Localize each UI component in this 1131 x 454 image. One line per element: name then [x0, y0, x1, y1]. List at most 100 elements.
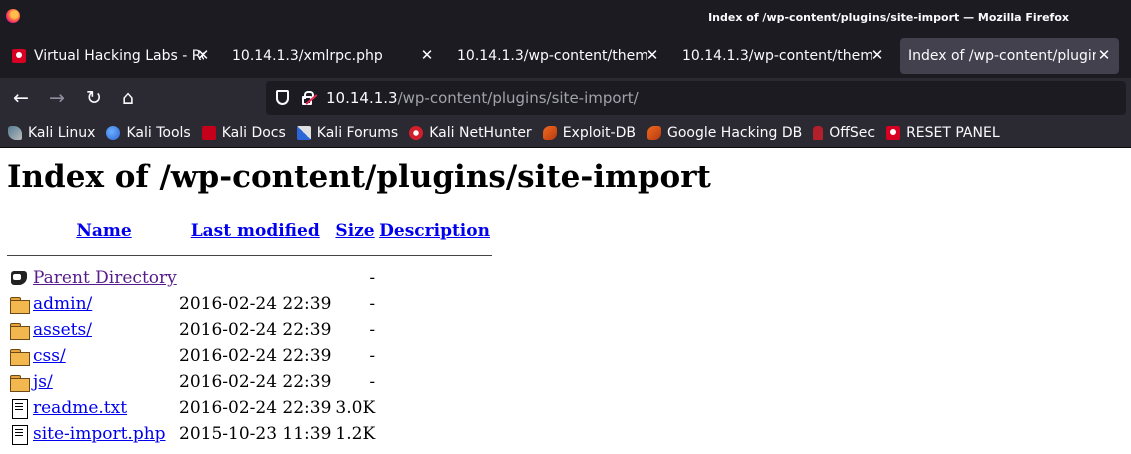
icon-cell — [7, 317, 31, 343]
sort-by-description-link[interactable]: Description — [379, 221, 490, 241]
nethunter-icon — [409, 125, 424, 140]
name-cell: readme.txt — [31, 395, 177, 421]
tab-xmlrpc[interactable]: 10.14.1.3/xmlrpc.php ✕ — [224, 38, 442, 74]
url-text[interactable]: 10.14.1.3/wp-content/plugins/site-import… — [326, 89, 639, 107]
table-row: site-import.php 2015-10-23 11:39 1.2K — [7, 421, 492, 447]
window-titlebar: Index of /wp-content/plugins/site-import… — [0, 0, 1131, 34]
file-link[interactable]: assets/ — [33, 320, 92, 340]
home-icon[interactable]: ⌂ — [116, 86, 140, 110]
ghdb-icon — [646, 125, 661, 140]
kali-dragon-icon — [8, 125, 22, 140]
bookmark-label: Google Hacking DB — [666, 124, 803, 141]
close-icon[interactable]: ✕ — [194, 46, 212, 64]
tab-label: Index of /wp-content/plugins — [908, 48, 1096, 64]
bookmark-kali-forums[interactable]: Kali Forums — [296, 124, 399, 141]
icon-cell — [7, 421, 31, 447]
tracking-protection-shield-icon[interactable] — [276, 90, 289, 105]
close-icon[interactable]: ✕ — [868, 46, 886, 64]
bookmark-reset-panel[interactable]: RESET PANEL — [886, 125, 1000, 141]
size-cell: 3.0K — [335, 398, 376, 418]
tab-strip: Virtual Hacking Labs - Res ✕ 10.14.1.3/x… — [0, 34, 1131, 78]
close-icon[interactable]: ✕ — [1095, 46, 1113, 64]
size-cell: - — [369, 346, 376, 366]
navigation-toolbar: ← → ↻ ⌂ 10.14.1.3/wp-content/plugins/sit… — [0, 78, 1131, 118]
bookmark-label: Kali NetHunter — [429, 124, 532, 141]
parent-directory-link[interactable]: Parent Directory — [33, 268, 177, 288]
table-row: css/ 2016-02-24 22:39 - — [7, 343, 492, 369]
size-cell: - — [369, 372, 376, 392]
tab-theme-2[interactable]: 10.14.1.3/wp-content/theme ✕ — [674, 38, 892, 74]
name-cell: css/ — [31, 343, 177, 369]
modified-cell: 2016-02-24 22:39 — [179, 372, 332, 392]
firefox-logo-icon — [6, 9, 20, 23]
modified-cell: 2016-02-24 22:39 — [179, 398, 332, 418]
insecure-lock-icon[interactable] — [302, 91, 314, 105]
page-content: Index of /wp-content/plugins/site-import… — [0, 149, 1131, 454]
kali-forums-icon — [296, 125, 311, 140]
name-cell: assets/ — [31, 317, 177, 343]
table-row: admin/ 2016-02-24 22:39 - — [7, 291, 492, 317]
reset-panel-icon — [886, 125, 901, 140]
size-cell: 1.2K — [335, 424, 376, 444]
back-arrow-icon[interactable]: ← — [9, 86, 33, 110]
column-header-modified: Last modified — [177, 217, 333, 245]
file-link[interactable]: readme.txt — [33, 398, 127, 418]
icon-column-header — [7, 217, 31, 245]
bookmark-label: OffSec — [829, 124, 876, 141]
table-row: js/ 2016-02-24 22:39 - — [7, 369, 492, 395]
description-cell — [377, 291, 492, 317]
file-link[interactable]: css/ — [33, 346, 66, 366]
bookmark-kali-linux[interactable]: Kali Linux — [8, 125, 95, 141]
bookmark-kali-nethunter[interactable]: Kali NetHunter — [409, 124, 532, 141]
bookmark-kali-tools[interactable]: Kali Tools — [106, 125, 191, 141]
column-header-description: Description — [377, 217, 492, 245]
icon-cell — [7, 395, 31, 421]
bookmark-label: Kali Docs — [221, 124, 286, 141]
tab-index-active[interactable]: Index of /wp-content/plugins ✕ — [900, 38, 1119, 74]
tab-vhl[interactable]: Virtual Hacking Labs - Res ✕ — [4, 38, 218, 74]
bookmark-label: Kali Forums — [316, 124, 399, 141]
name-cell: Parent Directory — [31, 265, 333, 291]
bookmark-exploit-db[interactable]: Exploit-DB — [542, 125, 636, 141]
offsec-icon — [813, 125, 824, 140]
size-cell: - — [369, 268, 376, 288]
forward-arrow-icon[interactable]: → — [45, 86, 69, 110]
tab-theme-1[interactable]: 10.14.1.3/wp-content/theme ✕ — [449, 38, 667, 74]
url-bar[interactable]: 10.14.1.3/wp-content/plugins/site-import… — [266, 81, 1126, 115]
url-host: 10.14.1.3 — [326, 89, 398, 107]
icon-cell — [7, 265, 31, 291]
bookmark-label: Kali Linux — [28, 124, 96, 141]
url-path: /wp-content/plugins/site-import/ — [397, 89, 639, 107]
close-icon[interactable]: ✕ — [643, 46, 661, 64]
description-cell — [377, 395, 492, 421]
file-link[interactable]: js/ — [33, 372, 53, 392]
page-title: Index of /wp-content/plugins/site-import — [7, 159, 711, 195]
description-cell — [377, 317, 492, 343]
size-cell: - — [369, 294, 376, 314]
text-file-icon — [9, 398, 29, 420]
folder-icon — [9, 320, 30, 341]
description-cell — [377, 343, 492, 369]
description-cell — [377, 265, 492, 291]
modified-cell: 2016-02-24 22:39 — [179, 294, 332, 314]
file-link[interactable]: admin/ — [33, 294, 92, 314]
modified-cell: 2015-10-23 11:39 — [179, 424, 332, 444]
sort-by-modified-link[interactable]: Last modified — [191, 221, 320, 241]
bookmark-offsec[interactable]: OffSec — [813, 125, 875, 141]
tab-label: Virtual Hacking Labs - Res — [34, 48, 204, 64]
name-cell: js/ — [31, 369, 177, 395]
bookmark-google-hacking-db[interactable]: Google Hacking DB — [646, 124, 803, 141]
tab-label: 10.14.1.3/wp-content/theme — [457, 48, 647, 64]
vhl-favicon-icon — [12, 49, 26, 63]
folder-icon — [9, 372, 30, 393]
sort-by-size-link[interactable]: Size — [335, 221, 374, 241]
bookmark-kali-docs[interactable]: Kali Docs — [201, 124, 286, 141]
tab-label: 10.14.1.3/wp-content/theme — [682, 48, 872, 64]
description-cell — [377, 369, 492, 395]
column-header-name: Name — [31, 217, 177, 245]
file-link[interactable]: site-import.php — [33, 424, 166, 444]
sort-by-name-link[interactable]: Name — [76, 221, 131, 241]
reload-icon[interactable]: ↻ — [82, 86, 106, 110]
close-icon[interactable]: ✕ — [418, 46, 436, 64]
modified-cell: 2016-02-24 22:39 — [179, 320, 332, 340]
